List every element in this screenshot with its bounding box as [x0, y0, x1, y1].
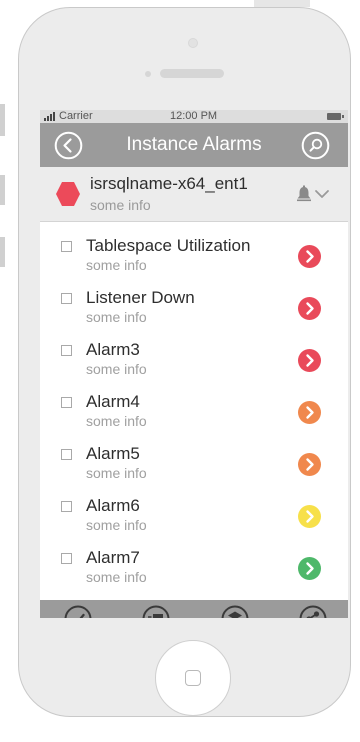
- alarm-name: Alarm7: [86, 548, 140, 567]
- chevron-right-icon[interactable]: [298, 245, 321, 268]
- screen: Carrier 12:00 PM Instance Alarms isrsqln…: [40, 110, 348, 618]
- proximity-sensor: [145, 71, 151, 77]
- alarm-checkbox[interactable]: [61, 345, 72, 356]
- alarm-name: Tablespace Utilization: [86, 236, 251, 255]
- search-icon[interactable]: [301, 131, 330, 160]
- alarm-name: Listener Down: [86, 288, 195, 307]
- alarm-row[interactable]: Alarm7 some info: [40, 543, 348, 593]
- alarm-row[interactable]: Tablespace Utilization some info: [40, 231, 348, 281]
- layers-icon[interactable]: [221, 605, 249, 618]
- alarm-info: some info: [86, 517, 147, 533]
- chevron-right-icon[interactable]: [298, 401, 321, 424]
- alarm-row[interactable]: Alarm5 some info: [40, 439, 348, 489]
- battery-icon: [327, 113, 344, 120]
- instance-name: isrsqlname-x64_ent1: [90, 174, 248, 193]
- alarm-checkbox[interactable]: [61, 293, 72, 304]
- alarm-checkbox[interactable]: [61, 449, 72, 460]
- volume-up-button: [0, 175, 5, 205]
- chevron-down-icon[interactable]: [314, 188, 330, 200]
- chevron-right-icon[interactable]: [298, 349, 321, 372]
- alarm-name: Alarm5: [86, 444, 140, 463]
- check-circle-icon[interactable]: [64, 605, 92, 618]
- alarm-checkbox[interactable]: [61, 241, 72, 252]
- chevron-right-icon[interactable]: [298, 505, 321, 528]
- alarm-name: Alarm3: [86, 340, 140, 359]
- home-button[interactable]: [155, 640, 231, 716]
- carrier-label: Carrier: [59, 110, 93, 122]
- earpiece-speaker: [160, 69, 224, 78]
- alarm-info: some info: [86, 257, 147, 273]
- chevron-right-icon[interactable]: [298, 557, 321, 580]
- critical-status-icon: [56, 182, 80, 206]
- alarm-info: some info: [86, 465, 147, 481]
- comment-icon[interactable]: [142, 605, 170, 618]
- alarm-row[interactable]: Alarm4 some info: [40, 387, 348, 437]
- share-icon[interactable]: [299, 605, 327, 618]
- alarm-checkbox[interactable]: [61, 397, 72, 408]
- alarm-checkbox[interactable]: [61, 501, 72, 512]
- alarm-row[interactable]: Alarm6 some info: [40, 491, 348, 541]
- alarm-info: some info: [86, 361, 147, 377]
- alarm-info: some info: [86, 413, 147, 429]
- volume-down-button: [0, 237, 5, 267]
- instance-header[interactable]: isrsqlname-x64_ent1 some info: [40, 167, 348, 222]
- alarm-info: some info: [86, 309, 147, 325]
- alarm-name: Alarm4: [86, 392, 140, 411]
- alarm-row[interactable]: Listener Down some info: [40, 283, 348, 333]
- alarm-checkbox[interactable]: [61, 553, 72, 564]
- chevron-right-icon[interactable]: [298, 453, 321, 476]
- status-bar: Carrier 12:00 PM: [40, 110, 348, 123]
- front-camera: [188, 38, 198, 48]
- bottom-toolbar: [40, 600, 348, 618]
- alarm-name: Alarm6: [86, 496, 140, 515]
- chevron-right-icon[interactable]: [298, 297, 321, 320]
- nav-bar: Instance Alarms: [40, 123, 348, 167]
- clock-label: 12:00 PM: [170, 110, 218, 122]
- instance-info: some info: [90, 197, 151, 213]
- home-square-icon: [185, 670, 201, 686]
- mute-switch: [0, 104, 5, 136]
- alarm-info: some info: [86, 569, 147, 585]
- signal-icon: [44, 112, 55, 121]
- bell-icon[interactable]: [296, 185, 312, 203]
- alarm-row[interactable]: Alarm3 some info: [40, 335, 348, 385]
- power-button: [254, 0, 310, 7]
